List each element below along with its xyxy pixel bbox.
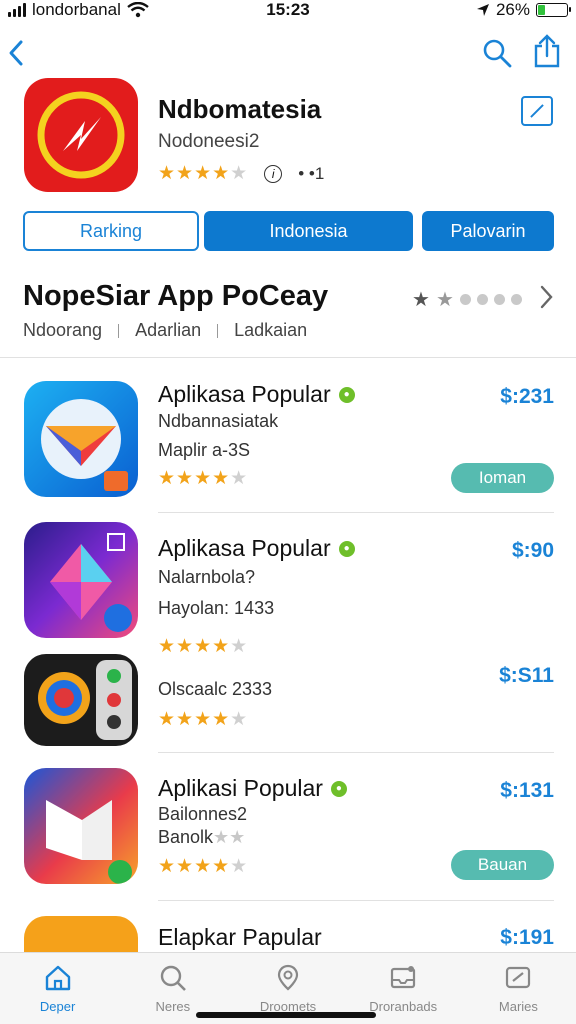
- app-price: $:131: [500, 779, 554, 802]
- section-tab[interactable]: Ndoorang: [23, 320, 102, 341]
- app-icon[interactable]: [24, 654, 138, 746]
- tab-label: Deper: [39, 999, 76, 1014]
- app-rating-stars: ★★★★★: [158, 468, 249, 489]
- edit-icon[interactable]: [521, 96, 553, 126]
- tab-separator: [118, 323, 120, 338]
- app-developer: Ndbannasiatak: [158, 411, 279, 431]
- info-icon[interactable]: i: [264, 164, 283, 183]
- verified-icon: ●: [338, 386, 355, 403]
- segment-indonesia[interactable]: Indonesia: [204, 211, 413, 251]
- rating-stars: ★★★★★: [158, 163, 249, 184]
- video-logo-icon: [46, 800, 132, 884]
- app-developer: Bailonnes2: [158, 804, 248, 824]
- star-icon: ★: [435, 289, 454, 311]
- app-price: $:191: [500, 926, 554, 949]
- app-category: Maplir a-3S: [158, 440, 251, 460]
- back-chevron-icon[interactable]: [6, 38, 26, 68]
- app-name-text: Aplikasi Popular: [158, 775, 323, 801]
- camera-logo-icon: [38, 660, 132, 740]
- app-name: Aplikasa Popular ●: [158, 535, 355, 562]
- location-icon: [277, 964, 299, 991]
- diamond-logo-icon: [50, 533, 132, 632]
- app-category: Banolk★★: [158, 827, 245, 848]
- divider: [0, 357, 576, 358]
- tab-separator: [217, 323, 219, 338]
- app-name: Aplikasa Popular ●: [158, 381, 355, 408]
- app-icon[interactable]: [24, 916, 138, 952]
- app-category-text: Banolk: [158, 827, 214, 847]
- rating-stars: ★★: [213, 827, 246, 847]
- get-button[interactable]: Bauan: [451, 850, 554, 880]
- app-icon: [24, 78, 138, 192]
- battery-percent: 26%: [495, 0, 530, 19]
- app-logo-icon: [37, 91, 125, 179]
- app-category: Hayolan: 1433: [158, 598, 275, 618]
- search-icon[interactable]: [482, 38, 512, 68]
- divider: [158, 752, 554, 753]
- battery-level: [538, 5, 546, 15]
- app-rating-stars: ★★★★★: [158, 636, 249, 657]
- home-icon: [45, 965, 70, 991]
- app-name-text: Elapkar Papular: [158, 924, 322, 950]
- app-price: $:S11: [499, 664, 554, 687]
- app-icon[interactable]: [24, 522, 138, 638]
- app-rating: ★★★★★ i • •1: [158, 162, 324, 185]
- divider: [158, 900, 554, 901]
- get-button[interactable]: Ioman: [451, 463, 554, 493]
- app-rating-stars: ★★★★★: [158, 709, 249, 730]
- section-tab[interactable]: Adarlian: [135, 320, 201, 341]
- segment-ranking[interactable]: Rarking: [23, 211, 199, 251]
- app-name: Aplikasi Popular ●: [158, 775, 347, 802]
- battery-icon: [536, 3, 571, 17]
- verified-icon: ●: [330, 780, 347, 797]
- app-icon[interactable]: [24, 768, 138, 884]
- segment-palovarin[interactable]: Palovarin: [422, 211, 554, 251]
- page-dot: [476, 294, 488, 305]
- status-bar: londorbanal 15:23 26%: [0, 0, 576, 22]
- search-icon: [160, 965, 186, 991]
- section-tab[interactable]: Ladkaian: [234, 320, 307, 341]
- chevron-right-icon[interactable]: [538, 283, 554, 311]
- app-name-text: Aplikasa Popular: [158, 381, 331, 407]
- app-developer: Olscaalc 2333: [158, 679, 273, 699]
- home-indicator[interactable]: [196, 1012, 376, 1018]
- page-dot: [493, 294, 505, 305]
- section-tabs: Ndoorang Adarlian Ladkaian: [23, 320, 307, 341]
- app-title: Ndbomatesia: [158, 94, 322, 124]
- tab-media[interactable]: Maries: [461, 953, 576, 1024]
- page-dots: ★ ★: [412, 287, 522, 312]
- app-name: Elapkar Papular: [158, 924, 322, 951]
- share-icon[interactable]: [533, 34, 561, 68]
- app-rating-stars: ★★★★★: [158, 856, 249, 877]
- app-developer: Nalarnbola?: [158, 567, 256, 587]
- tab-label: Droranbads: [369, 999, 438, 1014]
- rating-count: • •1: [298, 163, 325, 183]
- star-icon: ★: [412, 289, 430, 311]
- section-title: NopeSiar App PoCeay: [23, 280, 329, 312]
- media-icon: [506, 966, 531, 989]
- app-price: $:90: [511, 539, 554, 562]
- verified-icon: ●: [338, 540, 355, 557]
- location-arrow-icon: [476, 4, 489, 16]
- tab-label: Maries: [498, 999, 538, 1014]
- app-name-text: Aplikasa Popular: [158, 535, 331, 561]
- page-dot: [510, 294, 522, 305]
- inbox-icon: [391, 966, 416, 989]
- envelope-logo-icon: [41, 399, 128, 491]
- app-price: $:231: [500, 385, 554, 408]
- divider: [158, 512, 554, 513]
- tab-home[interactable]: Deper: [0, 953, 115, 1024]
- app-icon[interactable]: [24, 381, 138, 497]
- app-subtitle: Nodoneesi2: [158, 131, 260, 152]
- tab-label: Neres: [155, 999, 191, 1014]
- page-dot: [459, 294, 471, 305]
